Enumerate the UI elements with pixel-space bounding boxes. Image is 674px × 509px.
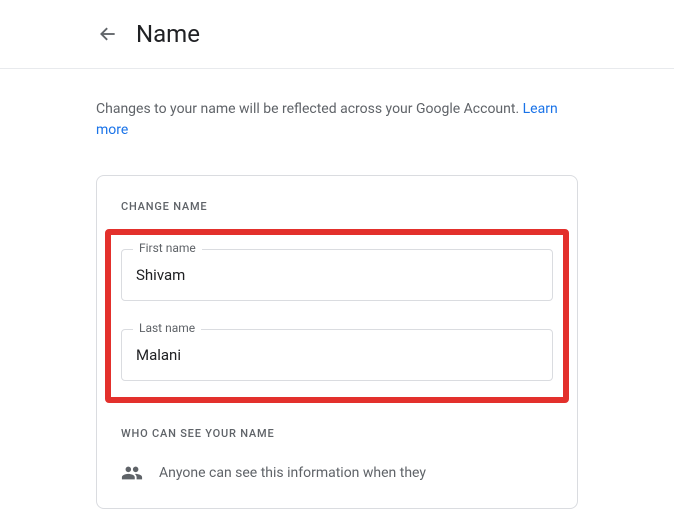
last-name-label: Last name [133, 321, 201, 335]
first-name-field: First name [121, 249, 553, 301]
visibility-row: Anyone can see this information when the… [121, 462, 553, 484]
change-name-heading: CHANGE NAME [121, 200, 553, 213]
first-name-input[interactable] [121, 249, 553, 301]
back-arrow-icon[interactable] [96, 22, 120, 46]
page-header: Name [0, 0, 674, 69]
name-card: CHANGE NAME First name Last name WHO CAN… [96, 175, 578, 509]
description-text: Changes to your name will be reflected a… [96, 99, 578, 141]
last-name-input[interactable] [121, 329, 553, 381]
first-name-label: First name [133, 241, 202, 255]
visibility-text: Anyone can see this information when the… [159, 465, 426, 481]
content-area: Changes to your name will be reflected a… [0, 69, 578, 509]
people-icon [121, 462, 143, 484]
last-name-field: Last name [121, 329, 553, 381]
visibility-heading: WHO CAN SEE YOUR NAME [121, 427, 553, 440]
highlight-box: First name Last name [105, 229, 569, 403]
page-title: Name [136, 20, 200, 48]
description-body: Changes to your name will be reflected a… [96, 101, 523, 117]
